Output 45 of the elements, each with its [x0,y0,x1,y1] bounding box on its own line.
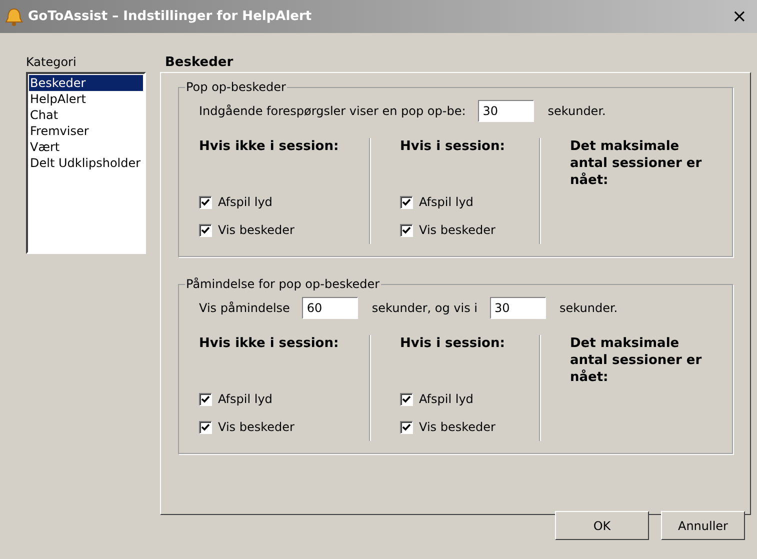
setting-text: Vis påmindelse [199,300,290,317]
checkbox[interactable] [199,420,212,434]
category-item[interactable]: Delt Udklipsholder [29,155,143,171]
category-label: Kategori [26,54,78,71]
bell-icon [4,8,24,26]
checkbox-label: Afspil lyd [218,391,272,408]
checkbox[interactable] [199,392,212,406]
checkbox[interactable] [400,224,413,236]
category-item[interactable]: Beskeder [29,75,143,91]
panel-title: Beskeder [164,54,234,71]
column-heading: Hvis ikke i session: [199,335,339,353]
checkbox-label: Vis beskeder [218,222,294,239]
category-item[interactable]: HelpAlert [29,91,143,107]
setting-text: sekunder. [548,103,606,120]
checkbox[interactable] [400,420,413,434]
group-title: Pop op-beskeder [185,79,287,95]
column-heading: Hvis i session: [400,335,506,353]
checkbox[interactable] [400,196,413,208]
seconds-field[interactable]: 30 [490,297,546,319]
checkbox-label: Afspil lyd [419,391,474,408]
category-item[interactable]: Chat [29,107,143,123]
checkbox[interactable] [400,392,413,406]
checkbox-label: Afspil lyd [218,194,272,211]
seconds-field[interactable]: 60 [302,297,358,319]
checkbox[interactable] [199,224,212,236]
group-title: Påmindelse for pop op-beskeder [185,276,381,292]
checkbox[interactable] [199,196,212,208]
category-item[interactable]: Vært [29,139,143,155]
checkbox-label: Vis beskeder [419,222,496,239]
checkbox-label: Afspil lyd [419,194,474,211]
column-heading: Det maksimale antal sessioner er nået: [570,138,703,188]
column-heading: Det maksimale antal sessioner er nået: [570,335,703,385]
dialog-button[interactable]: OK [555,511,649,540]
close-button[interactable]: × [732,8,747,26]
seconds-field[interactable]: 30 [478,100,534,122]
setting-text: sekunder, og vis i [372,300,478,317]
checkbox-label: Vis beskeder [218,419,294,436]
column-heading: Hvis ikke i session: [199,138,339,156]
window-title: GoToAssist – Indstillinger for HelpAlert [28,8,313,26]
checkbox-label: Vis beskeder [419,419,496,436]
column-heading: Hvis i session: [400,138,506,156]
category-item[interactable]: Fremviser [29,123,143,139]
dialog-button[interactable]: Annuller [661,511,745,540]
setting-text: Indgående forespørgsler viser en pop op-be: [199,103,466,120]
setting-text: sekunder. [560,300,618,317]
